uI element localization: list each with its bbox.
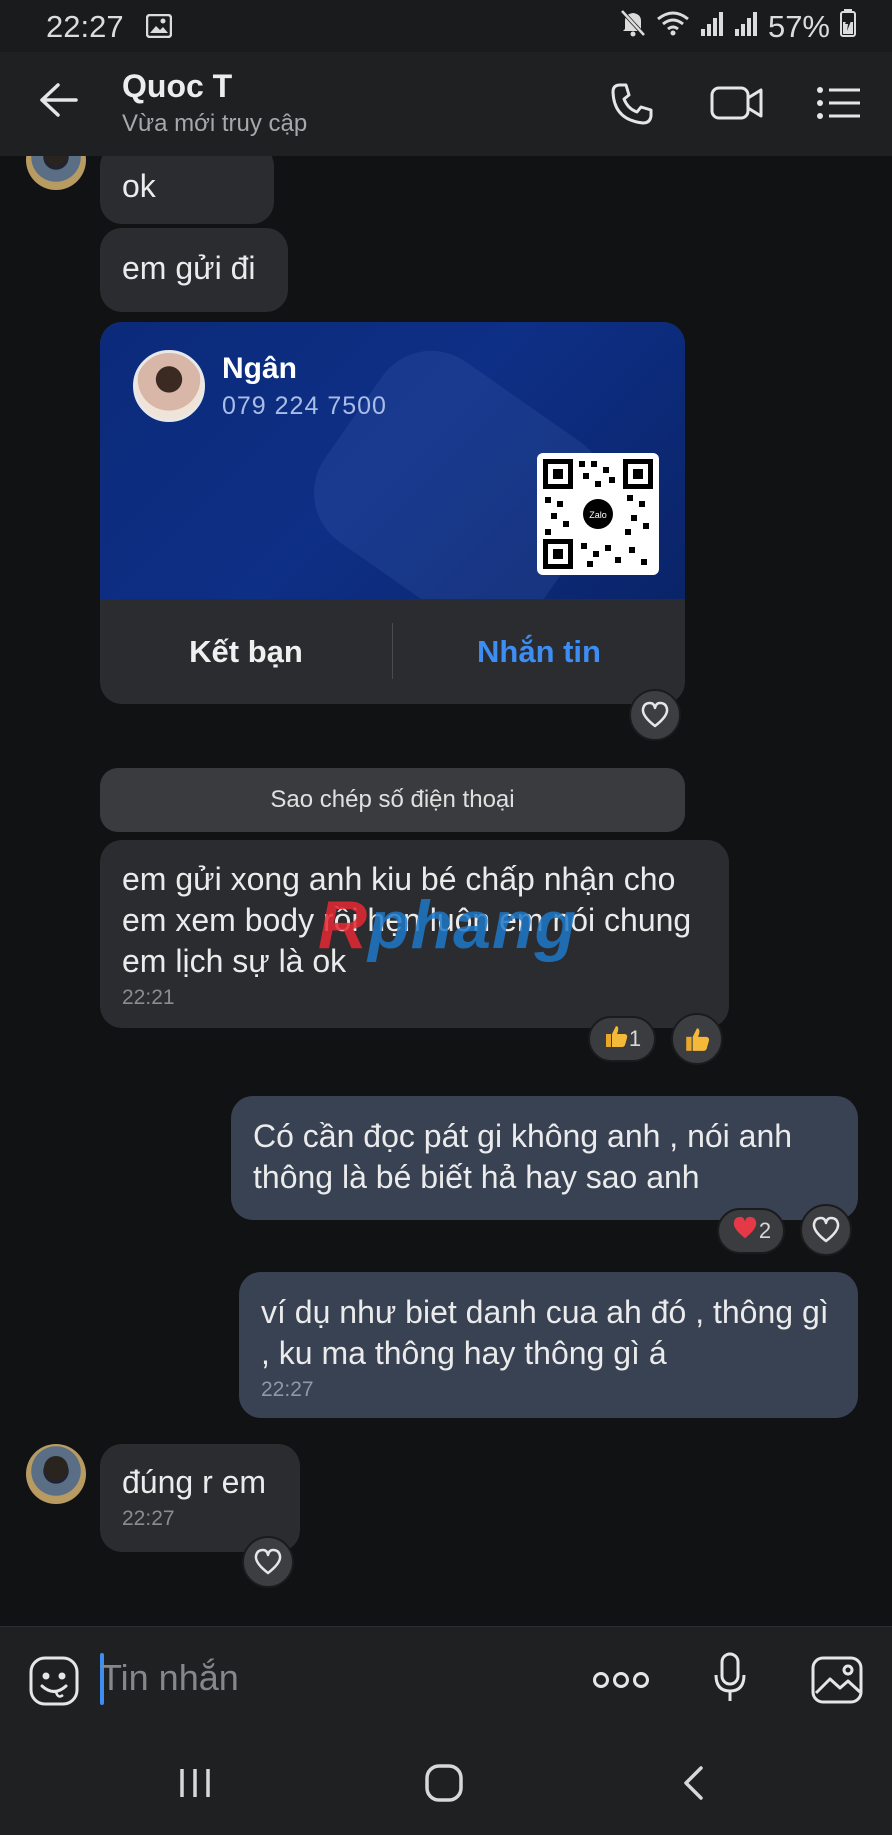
signal-icon-1 [700,9,724,45]
chat-header: Quoc T Vừa mới truy cập [0,52,892,156]
message-bubble[interactable]: ok [100,156,274,224]
home-icon[interactable] [424,1763,464,1808]
contact-avatar[interactable] [26,156,86,190]
watermark-logo: Rphang [318,887,578,963]
image-notification-icon [145,13,173,43]
contact-avatar[interactable] [26,1444,86,1504]
presence-status: Vừa mới truy cập [122,110,308,137]
sticker-emoji-icon[interactable] [28,1655,80,1712]
send-message-button[interactable]: Nhắn tin [393,599,685,704]
message-list[interactable]: ok em gửi đi Ngân 079 224 7500 Zalo Kết … [0,156,892,1626]
add-friend-button[interactable]: Kết bạn [100,599,392,704]
gallery-image-icon[interactable] [810,1655,864,1710]
card-actions: Kết bạn Nhắn tin [100,599,685,704]
reaction-count: 1 [628,1026,642,1051]
contact-name[interactable]: Quoc T [122,68,232,105]
heart-react-button[interactable] [629,689,681,741]
battery-percent: 57% [767,9,830,44]
message-input[interactable]: Tin nhắn [100,1657,239,1699]
reaction-summary[interactable]: 1 [588,1016,656,1062]
more-options-icon[interactable] [592,1671,650,1694]
red-heart-icon [731,1215,759,1247]
message-bubble-mine[interactable]: Có cần đọc pát gi không anh , nói anh th… [231,1096,858,1220]
message-text: em gửi đi [122,250,256,286]
phone-call-icon[interactable] [610,82,654,131]
reaction-summary[interactable]: 2 [717,1208,785,1254]
card-avatar[interactable] [133,350,205,422]
reaction-count: 2 [758,1218,772,1243]
contact-card-header: Ngân 079 224 7500 Zalo [100,322,685,599]
message-time: 22:27 [261,1378,314,1401]
message-time: 22:27 [122,1507,175,1530]
contact-card[interactable]: Ngân 079 224 7500 Zalo Kết bạn Nhắn tin [100,322,685,704]
qr-brand-label: Zalo [589,510,607,520]
message-time: 22:21 [122,986,175,1009]
back-arrow-icon[interactable] [38,82,78,123]
card-contact-name: Ngân [222,352,297,385]
message-text: Có cần đọc pát gi không anh , nói anh th… [253,1118,793,1195]
back-chevron-icon[interactable] [682,1765,704,1806]
message-bubble-mine[interactable]: ví dụ như biet danh cua ah đó , thông gì… [239,1272,858,1418]
battery-icon [840,9,856,45]
heart-react-button[interactable] [800,1204,852,1256]
status-time: 22:27 [46,9,124,44]
system-navigation-bar [0,1731,892,1835]
list-menu-icon[interactable] [816,86,862,125]
status-bar: 22:27 57% [0,0,892,52]
thumbs-up-icon [603,1023,629,1055]
card-phone-number: 079 224 7500 [222,392,387,420]
wifi-icon [656,9,690,45]
signal-icon-2 [734,9,758,45]
thumbs-up-react-button[interactable] [671,1013,723,1065]
qr-code-icon[interactable]: Zalo [537,453,659,575]
microphone-icon[interactable] [712,1651,748,1710]
message-text: đúng r em [122,1464,267,1500]
video-call-icon[interactable] [710,84,764,127]
message-text: ok [122,168,156,204]
message-text: ví dụ như biet danh cua ah đó , thông gì… [261,1294,829,1371]
message-composer: Tin nhắn [0,1626,892,1731]
copy-phone-button[interactable]: Sao chép số điện thoại [100,768,685,832]
message-bubble[interactable]: em gửi đi [100,228,288,312]
heart-react-button[interactable] [242,1536,294,1588]
recent-apps-icon[interactable] [178,1767,212,1804]
mute-icon [620,9,646,45]
